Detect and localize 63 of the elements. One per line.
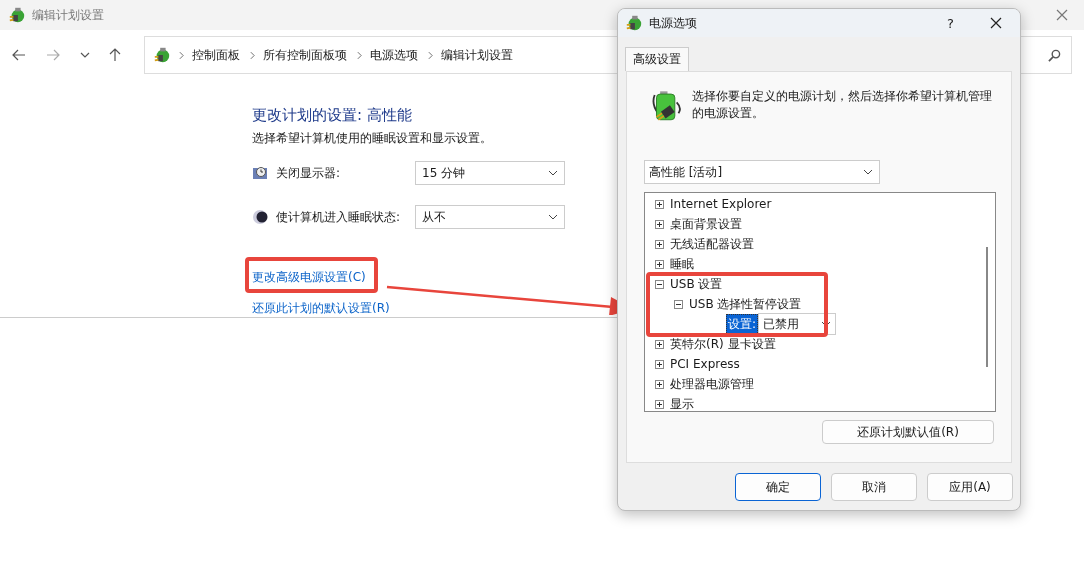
dialog-description: 选择你要自定义的电源计划，然后选择你希望计算机管理的电源设置。 — [692, 88, 994, 123]
setting-label: 关闭显示器: — [276, 164, 342, 182]
window-title: 编辑计划设置 — [32, 6, 104, 24]
tree-item[interactable]: PCI Express — [670, 357, 740, 371]
chevron-down-icon[interactable] — [80, 52, 90, 58]
tree-item[interactable]: USB 选择性暂停设置 — [689, 295, 802, 313]
tree-item[interactable]: 显示 — [670, 395, 694, 411]
chevron-down-icon — [863, 169, 873, 175]
link[interactable]: 更改高级电源设置(C) — [252, 270, 366, 284]
settings-tree[interactable]: Internet Explorer 桌面背景设置 无线适配器设置 睡眠 USB 设置 USB 选择性暂停设置 设置: 已禁用 英特尔(R) 显卡设置 PCI Express 处理器电源管理 显示 — [644, 192, 996, 412]
tab[interactable]: 高级设置 — [625, 47, 689, 71]
tree-item[interactable]: 英特尔(R) 显卡设置 — [670, 335, 776, 353]
expand-icon[interactable] — [655, 219, 664, 229]
tree-item[interactable]: 处理器电源管理 — [670, 375, 754, 393]
breadcrumb[interactable]: 控制面板 — [192, 46, 240, 64]
link[interactable]: 还原此计划的默认设置(R) — [252, 301, 390, 315]
dialog-button[interactable]: 取消 — [831, 473, 917, 501]
expand-icon[interactable] — [655, 339, 664, 349]
chevron-right-icon — [357, 50, 362, 60]
back-arrow-icon[interactable] — [12, 48, 26, 62]
expand-icon[interactable] — [655, 379, 664, 389]
chevron-right-icon — [250, 50, 255, 60]
power-plug-icon — [153, 46, 171, 64]
power-plug-icon — [625, 14, 643, 32]
tree-item[interactable]: 无线适配器设置 — [670, 235, 754, 253]
tree-item[interactable]: USB 设置 — [670, 275, 723, 293]
expand-icon[interactable] — [655, 259, 664, 269]
breadcrumb[interactable]: 电源选项 — [370, 46, 418, 64]
restore-defaults-button[interactable]: 还原计划默认值(R) — [822, 420, 994, 444]
breadcrumb[interactable]: 所有控制面板项 — [263, 46, 347, 64]
moon-icon — [252, 209, 268, 225]
page-description: 选择希望计算机使用的睡眠设置和显示设置。 — [252, 131, 492, 146]
close-icon[interactable] — [990, 17, 1002, 29]
dropdown[interactable]: 从不 — [415, 205, 565, 229]
tree-item[interactable]: Internet Explorer — [670, 197, 772, 211]
tree-item[interactable]: 睡眠 — [670, 255, 694, 273]
dialog-title: 电源选项 — [649, 14, 697, 32]
breadcrumb[interactable]: 编辑计划设置 — [441, 46, 513, 64]
help-button[interactable]: ? — [947, 15, 954, 31]
expand-icon[interactable] — [655, 239, 664, 249]
chevron-down-icon — [548, 214, 558, 220]
dialog-button[interactable]: 确定 — [735, 473, 821, 501]
chevron-right-icon — [428, 50, 433, 60]
scrollbar[interactable] — [986, 247, 988, 367]
power-plug-icon — [8, 6, 26, 24]
plan-dropdown[interactable]: 高性能 [活动] — [644, 160, 880, 184]
expand-icon[interactable] — [655, 359, 664, 369]
collapse-icon[interactable] — [655, 279, 664, 289]
monitor-clock-icon — [252, 165, 268, 181]
expand-icon[interactable] — [655, 399, 664, 409]
chevron-down-icon — [821, 321, 832, 327]
page-heading: 更改计划的设置: 高性能 — [252, 106, 412, 125]
expand-icon[interactable] — [655, 199, 664, 209]
dialog-button[interactable]: 应用(A) — [927, 473, 1013, 501]
dropdown[interactable]: 15 分钟 — [415, 161, 565, 185]
chevron-right-icon — [179, 50, 184, 60]
setting-label: 设置: — [726, 313, 759, 335]
search-icon[interactable] — [1048, 48, 1061, 62]
setting-label: 使计算机进入睡眠状态: — [276, 208, 402, 226]
up-arrow-icon[interactable] — [108, 48, 122, 62]
tree-item[interactable]: 桌面背景设置 — [670, 215, 742, 233]
chevron-down-icon — [548, 170, 558, 176]
collapse-icon[interactable] — [674, 299, 683, 309]
